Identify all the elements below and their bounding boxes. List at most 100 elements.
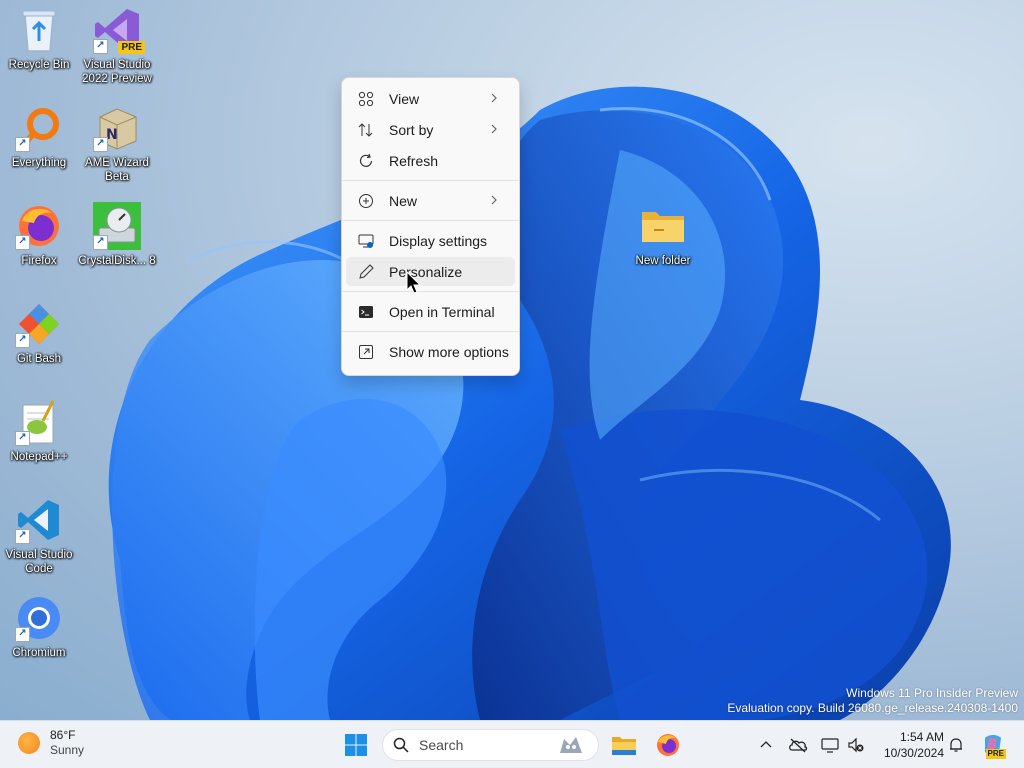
menu-item-sort-by[interactable]: Sort by <box>346 115 515 144</box>
pen-icon <box>357 263 375 281</box>
icon-label: Everything <box>11 157 67 169</box>
search-icon <box>393 737 409 753</box>
menu-item-view[interactable]: View <box>346 84 515 113</box>
menu-separator <box>342 331 519 332</box>
menu-item-show-more-options[interactable]: Show more options <box>346 337 515 366</box>
shortcut-arrow-icon: ↗ <box>15 137 30 152</box>
file-explorer-icon <box>612 737 636 755</box>
shortcut-arrow-icon: ↗ <box>93 39 108 54</box>
shortcut-arrow-icon: ↗ <box>15 235 30 250</box>
clock-date: 10/30/2024 <box>883 746 944 760</box>
everything-search-icon: ↗ <box>15 104 63 152</box>
icon-label: Git Bash <box>16 353 62 365</box>
shortcut-arrow-icon: ↗ <box>15 333 30 348</box>
taskbar: 86°F Sunny Search 1:54 AM 10/30/2024 PRE <box>0 720 1024 768</box>
menu-item-label: Refresh <box>389 152 439 169</box>
search-highlight-icon <box>560 737 582 753</box>
menu-item-personalize[interactable]: Personalize <box>346 257 515 286</box>
desktop-icon-vscode[interactable]: ↗ Visual Studio Code <box>0 496 79 576</box>
icon-label: Chromium <box>12 647 66 659</box>
preview-badge: PRE <box>118 41 145 54</box>
desktop-icon-chromium[interactable]: ↗ Chromium <box>0 594 79 660</box>
shortcut-arrow-icon: ↗ <box>93 235 108 250</box>
vscode-icon: ↗ <box>15 496 63 544</box>
shortcut-arrow-icon: ↗ <box>15 431 30 446</box>
taskbar-search-box[interactable]: Search <box>382 729 599 761</box>
start-button[interactable] <box>338 727 374 763</box>
display-settings-icon <box>357 232 375 250</box>
mouse-cursor-icon <box>406 271 422 294</box>
chevron-right-icon <box>491 124 497 134</box>
weather-widget[interactable]: 86°F Sunny <box>18 728 84 758</box>
icon-label: AME Wizard Beta <box>85 157 149 183</box>
shortcut-arrow-icon: ↗ <box>93 137 108 152</box>
firefox-icon: ↗ <box>15 202 63 250</box>
menu-item-open-in-terminal[interactable]: Open in Terminal <box>346 297 515 326</box>
desktop-icon-firefox[interactable]: ↗ Firefox <box>0 202 79 268</box>
network-tray-button[interactable] <box>820 735 840 755</box>
refresh-icon <box>357 152 375 170</box>
desktop-icon-git-bash[interactable]: ↗ Git Bash <box>0 300 79 366</box>
chromium-icon: ↗ <box>15 594 63 642</box>
volume-tray-button[interactable] <box>846 735 866 755</box>
watermark-edition: Windows 11 Pro Insider Preview <box>846 686 1018 700</box>
desktop-icon-everything[interactable]: ↗ Everything <box>0 104 79 170</box>
windows-start-icon <box>345 734 367 756</box>
notification-bell-icon <box>950 738 962 752</box>
menu-item-label: View <box>389 90 420 107</box>
icon-label: CrystalDisk... 8 <box>78 255 156 267</box>
watermark-build: Evaluation copy. Build 26080.ge_release.… <box>727 701 1018 715</box>
desktop-icon-ame-wizard[interactable]: N ↗ AME Wizard Beta <box>77 104 157 184</box>
menu-separator <box>342 220 519 221</box>
plus-circle-icon <box>357 192 375 210</box>
firefox-icon <box>657 734 679 756</box>
onedrive-offline-icon <box>789 738 808 753</box>
menu-item-display-settings[interactable]: Display settings <box>346 226 515 255</box>
copilot-preview-badge: PRE <box>985 749 1006 759</box>
desktop-icon-new-folder[interactable]: New folder <box>623 202 703 268</box>
terminal-icon <box>357 303 375 321</box>
volume-muted-icon <box>848 737 864 753</box>
menu-separator <box>342 180 519 181</box>
menu-item-label: Display settings <box>389 232 488 249</box>
file-explorer-button[interactable] <box>606 727 642 763</box>
search-placeholder: Search <box>419 737 464 753</box>
menu-item-label: Personalize <box>389 263 463 280</box>
menu-item-label: Sort by <box>389 121 434 138</box>
menu-item-new[interactable]: New <box>346 186 515 215</box>
icon-label: New folder <box>635 255 691 267</box>
icon-label: Visual Studio 2022 Preview <box>82 59 152 85</box>
sunny-weather-icon <box>18 732 40 754</box>
show-hidden-icons-button[interactable] <box>756 735 776 755</box>
crystaldisk-icon: ↗ <box>93 202 141 250</box>
firefox-taskbar-button[interactable] <box>650 727 686 763</box>
onedrive-tray-button[interactable] <box>788 735 808 755</box>
shortcut-arrow-icon: ↗ <box>15 529 30 544</box>
desktop-screen: Recycle Bin ↗ Everything ↗ Firefox ↗ Git… <box>0 0 1024 768</box>
menu-item-label: Open in Terminal <box>389 303 495 320</box>
menu-item-label: Show more options <box>389 343 509 360</box>
chevron-up-icon <box>760 741 772 748</box>
copilot-button[interactable]: PRE <box>980 733 1006 759</box>
menu-item-refresh[interactable]: Refresh <box>346 146 515 175</box>
ame-wizard-icon: N ↗ <box>93 104 141 152</box>
git-bash-icon: ↗ <box>15 300 63 348</box>
notifications-button[interactable] <box>946 735 966 755</box>
chevron-right-icon <box>491 195 497 205</box>
clock-time: 1:54 AM <box>899 730 944 744</box>
evaluation-watermark: Windows 11 Pro Insider Preview Evaluatio… <box>727 686 1018 716</box>
recycle-bin-icon <box>15 6 63 54</box>
menu-item-label: New <box>389 192 418 209</box>
desktop-context-menu: View Sort by Refresh New Display setting… <box>341 77 520 376</box>
folder-icon <box>639 202 687 250</box>
desktop-icon-recycle-bin[interactable]: Recycle Bin <box>0 6 79 72</box>
grid-view-icon <box>357 90 375 108</box>
network-icon <box>821 738 839 753</box>
desktop-icon-notepad-plus-plus[interactable]: ↗ Notepad++ <box>0 398 79 464</box>
notepad-plus-plus-icon: ↗ <box>15 398 63 446</box>
desktop-icon-visual-studio[interactable]: ↗ PRE Visual Studio 2022 Preview <box>77 6 157 86</box>
desktop-icon-crystaldisk[interactable]: ↗ CrystalDisk... 8 <box>77 202 157 268</box>
share-options-icon <box>357 343 375 361</box>
weather-temperature: 86°F <box>50 728 76 742</box>
taskbar-clock[interactable]: 1:54 AM 10/30/2024 <box>872 729 944 761</box>
